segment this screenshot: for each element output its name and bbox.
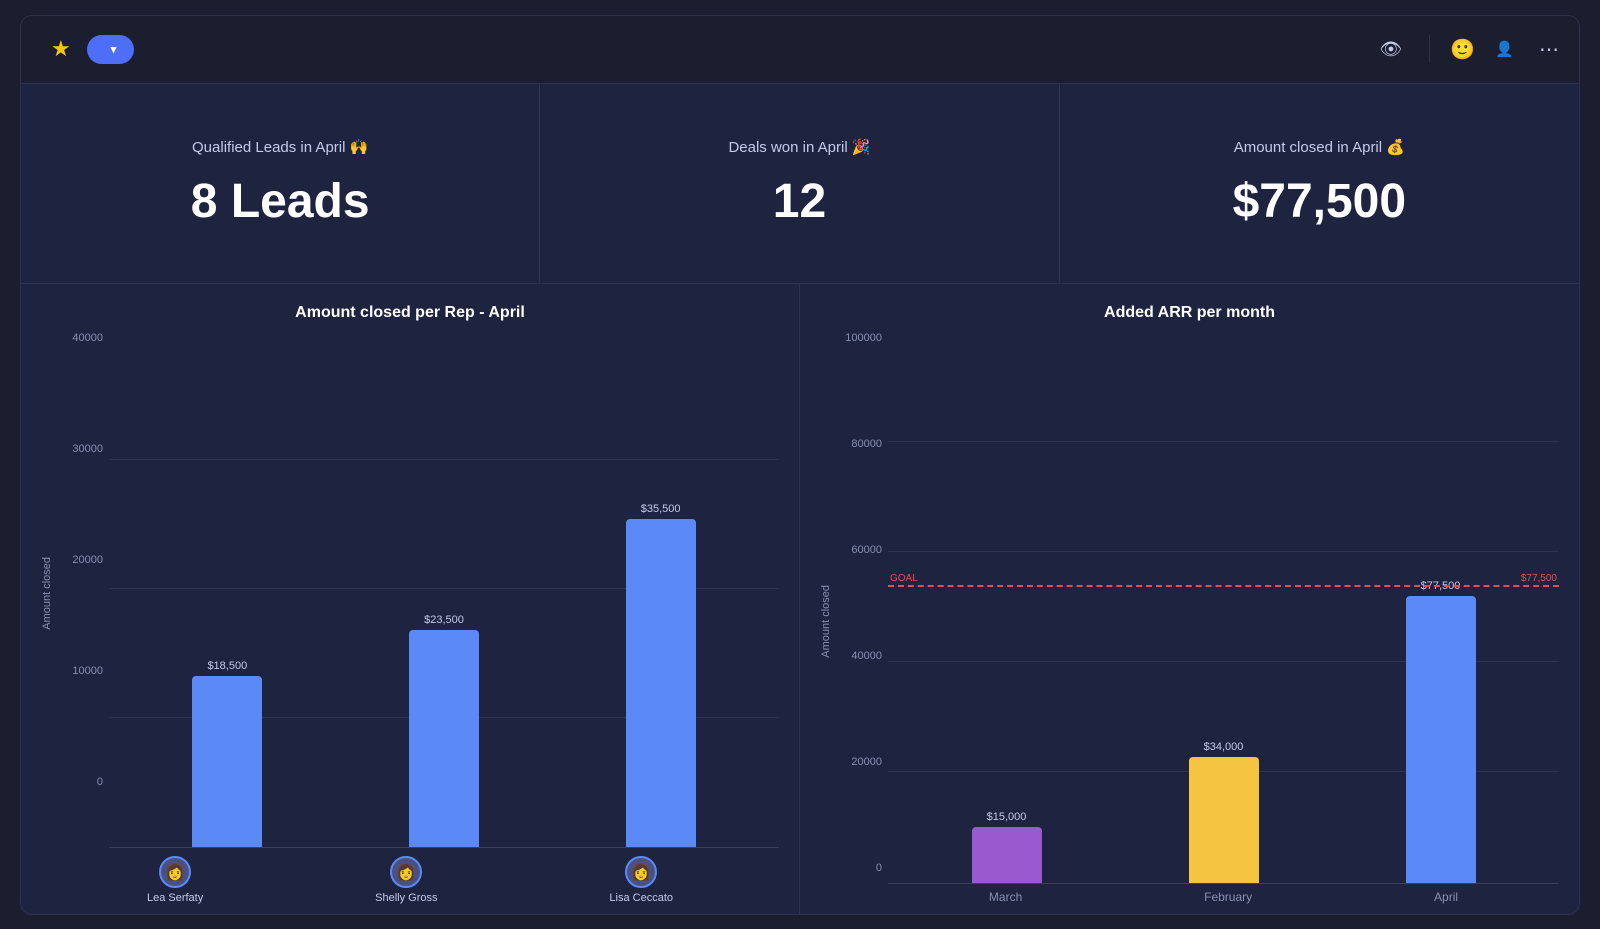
kpi-label-2: Amount closed in April 💰 — [1234, 138, 1405, 156]
x-label-0: March — [989, 890, 1022, 904]
y-tick: 30000 — [72, 443, 103, 455]
kpi-label-0: Qualified Leads in April 🙌 — [192, 138, 368, 156]
person-row: 👩 Lea Serfaty 👩 Shelly Gross 👩 Lisa Cecc… — [41, 848, 779, 904]
chart-title-1: Added ARR per month — [820, 304, 1559, 322]
y-tick: 40000 — [72, 332, 103, 344]
app-container: ★ ▾ 👁 🙂 👤 ⋯ Qualified Leads in April 🙌 8… — [20, 15, 1580, 915]
kpi-card-0: Qualified Leads in April 🙌 8 Leads — [21, 84, 540, 283]
person-name-1: Shelly Gross — [375, 892, 437, 904]
avatar-1: 👩 — [390, 856, 422, 888]
y-axis-label-1: Amount closed — [820, 577, 832, 658]
eye-icon: 👁 — [1380, 39, 1403, 60]
chart-card-0: Amount closed per Rep - April Amount clo… — [21, 284, 800, 914]
bar-rect-0-0 — [192, 676, 262, 847]
y-tick: 20000 — [851, 756, 882, 768]
header-actions: 👁 🙂 👤 ⋯ — [1380, 35, 1559, 63]
y-tick: 100000 — [845, 332, 882, 344]
bar-group-0-0: $18,500 — [192, 660, 262, 847]
person-info-2: 👩 Lisa Ceccato — [609, 856, 673, 904]
bar-group-1-0: $15,000 — [972, 811, 1042, 883]
add-widget-button[interactable]: ▾ — [87, 35, 135, 64]
x-axis: March February April — [888, 884, 1559, 904]
kpi-row: Qualified Leads in April 🙌 8 Leads Deals… — [21, 84, 1579, 284]
user-count[interactable]: 👤 — [1495, 40, 1519, 58]
kpi-label-1: Deals won in April 🎉 — [728, 138, 870, 156]
bar-group-0-1: $23,500 — [409, 614, 479, 847]
y-tick: 0 — [876, 862, 882, 874]
main-content: Qualified Leads in April 🙌 8 Leads Deals… — [21, 84, 1579, 914]
header: ★ ▾ 👁 🙂 👤 ⋯ — [21, 16, 1579, 84]
bar-group-1-1: $34,000 — [1189, 741, 1259, 883]
person-name-0: Lea Serfaty — [147, 892, 203, 904]
star-icon[interactable]: ★ — [51, 36, 71, 62]
avatar-0: 👩 — [159, 856, 191, 888]
bar-rect-0-2 — [626, 519, 696, 847]
y-tick: 60000 — [851, 544, 882, 556]
kpi-value-0: 8 Leads — [191, 174, 370, 229]
charts-row: Amount closed per Rep - April Amount clo… — [21, 284, 1579, 914]
chart-card-1: Added ARR per month Amount closed 100000… — [800, 284, 1579, 914]
chevron-down-icon: ▾ — [111, 43, 117, 56]
person-name-2: Lisa Ceccato — [609, 892, 673, 904]
y-tick: 20000 — [72, 554, 103, 566]
header-divider — [1429, 35, 1430, 63]
bar-group-0-2: $35,500 — [626, 503, 696, 847]
x-label-2: April — [1434, 890, 1458, 904]
bar-label-1-2: $77,500 — [1421, 580, 1461, 592]
more-options-icon[interactable]: ⋯ — [1539, 37, 1559, 62]
kpi-card-2: Amount closed in April 💰 $77,500 — [1060, 84, 1579, 283]
x-label-1: February — [1204, 890, 1252, 904]
bar-label-1-1: $34,000 — [1204, 741, 1244, 753]
bar-label-0-0: $18,500 — [207, 660, 247, 672]
person-info-1: 👩 Shelly Gross — [375, 856, 437, 904]
kpi-value-1: 12 — [773, 174, 826, 229]
emoji-icon[interactable]: 🙂 — [1450, 37, 1475, 62]
bar-label-0-2: $35,500 — [641, 503, 681, 515]
kpi-card-1: Deals won in April 🎉 12 — [540, 84, 1059, 283]
y-tick: 0 — [97, 776, 103, 788]
bar-rect-1-0 — [972, 827, 1042, 883]
avatar-2: 👩 — [625, 856, 657, 888]
person-info-0: 👩 Lea Serfaty — [147, 856, 203, 904]
kpi-value-2: $77,500 — [1233, 174, 1407, 229]
bar-rect-1-1 — [1189, 757, 1259, 883]
bar-group-1-2: $77,500 — [1406, 580, 1476, 883]
person-icon: 👤 — [1495, 40, 1514, 58]
preview-button[interactable]: 👁 — [1380, 39, 1410, 60]
bar-rect-0-1 — [409, 630, 479, 847]
y-axis-label-0: Amount closed — [41, 549, 53, 630]
bar-label-1-0: $15,000 — [987, 811, 1027, 823]
y-tick: 10000 — [72, 665, 103, 677]
chart-title-0: Amount closed per Rep - April — [41, 304, 779, 322]
bar-label-0-1: $23,500 — [424, 614, 464, 626]
y-tick: 40000 — [851, 650, 882, 662]
y-tick: 80000 — [851, 438, 882, 450]
bar-rect-1-2 — [1406, 596, 1476, 883]
